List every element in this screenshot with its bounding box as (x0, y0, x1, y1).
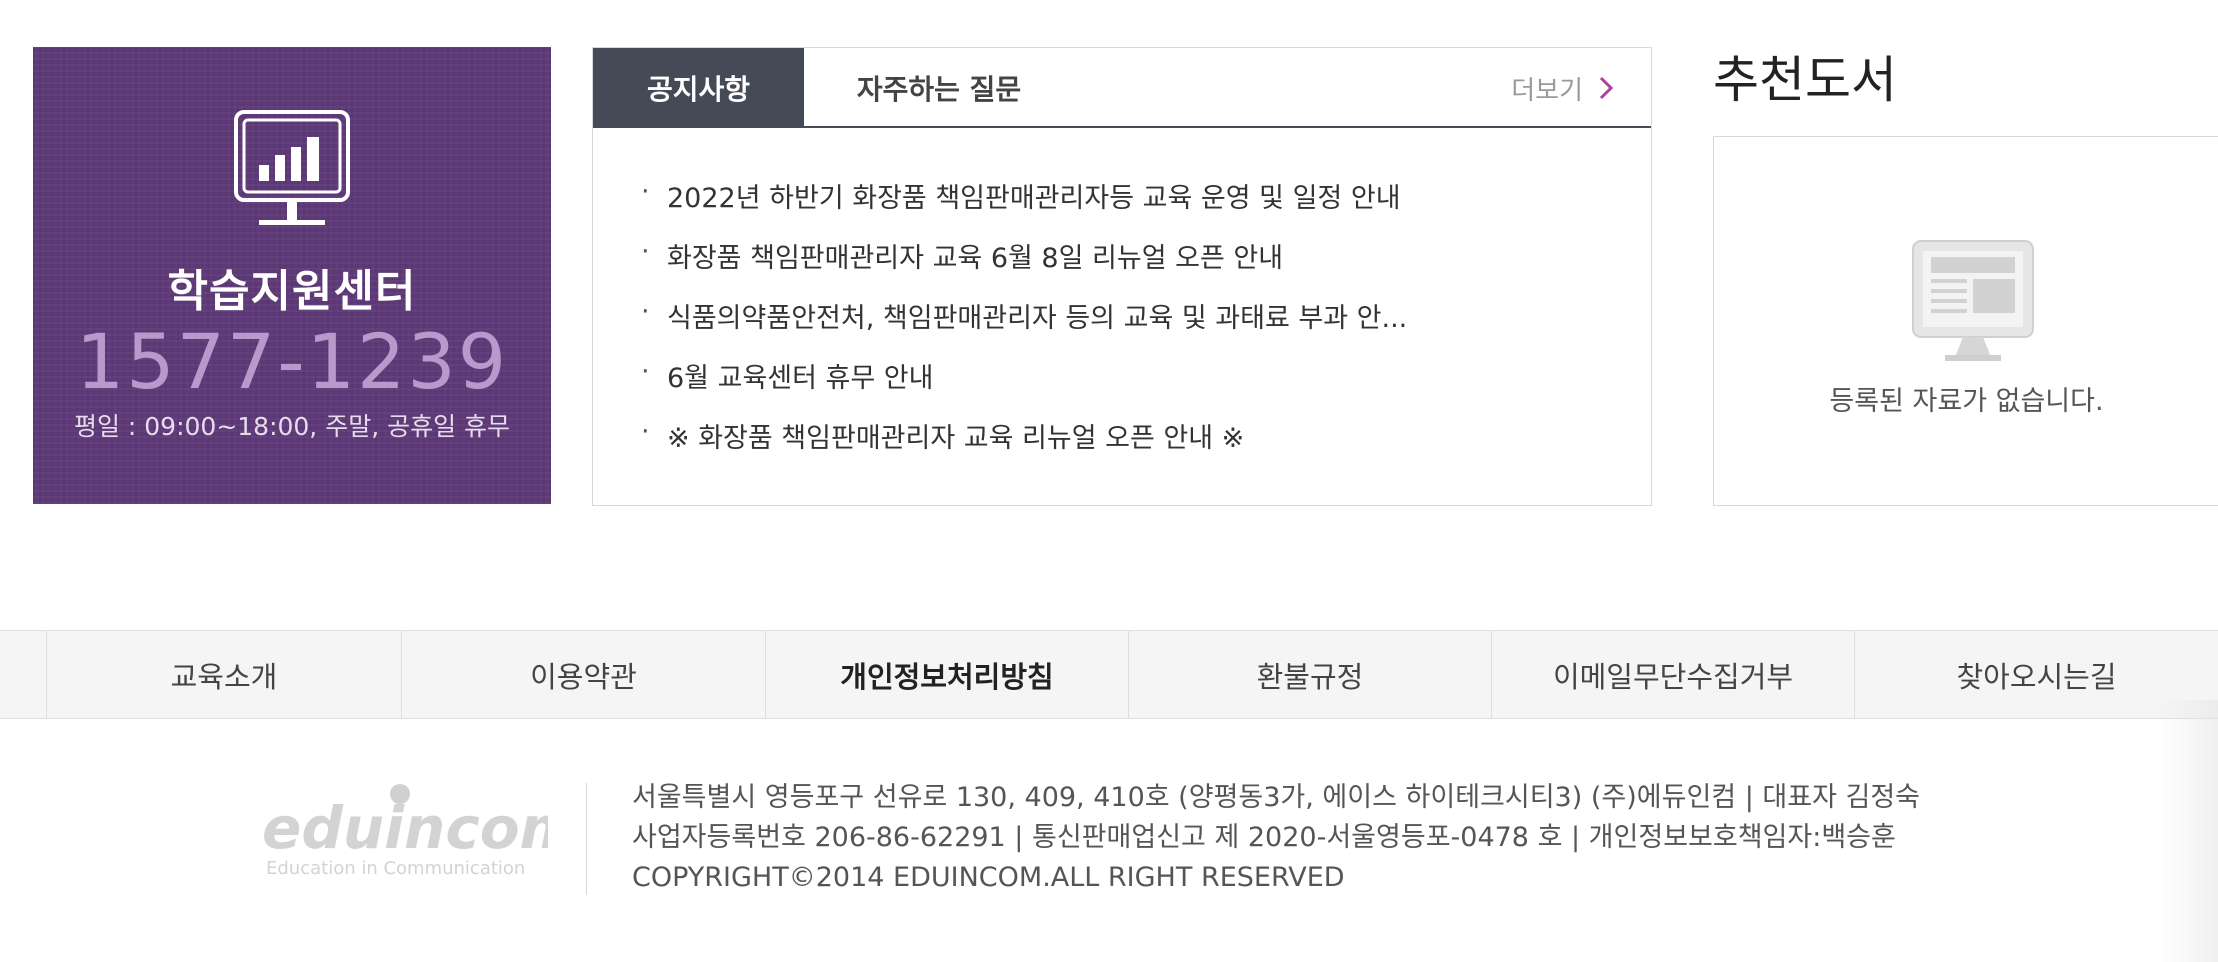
notice-item-title[interactable]: 화장품 책임판매관리자 교육 6월 8일 리뉴얼 오픈 안내 (667, 236, 1283, 275)
list-item[interactable]: · 2022년 하반기 화장품 책임판매관리자등 교육 운영 및 일정 안내 (641, 176, 1407, 236)
list-item[interactable]: · ※ 화장품 책임판매관리자 교육 리뉴얼 오픈 안내 ※ (641, 416, 1407, 476)
notice-panel: 공지사항 자주하는 질문 더보기 · 2022년 하반기 화장품 책임판매관리자등… (592, 47, 1652, 506)
bullet: · (641, 236, 650, 267)
logo-wordmark: eduincom (262, 794, 548, 862)
notice-list: · 2022년 하반기 화장품 책임판매관리자등 교육 운영 및 일정 안내 · 화… (641, 176, 1407, 476)
footer-link-email-refusal[interactable]: 이메일무단수집거부 (1491, 631, 1854, 718)
support-center-card: 학습지원센터 1577-1239 평일 : 09:00~18:00, 주말, 공… (33, 47, 551, 504)
edge-shadow (2158, 700, 2218, 962)
list-item[interactable]: · 식품의약품안전처, 책임판매관리자 등의 교육 및 과태료 부과 안... (641, 296, 1407, 356)
notice-item-title[interactable]: 6월 교육센터 휴무 안내 (667, 356, 934, 395)
empty-message: 등록된 자료가 없습니다. (1829, 386, 2104, 417)
list-item[interactable]: · 화장품 책임판매관리자 교육 6월 8일 리뉴얼 오픈 안내 (641, 236, 1407, 296)
bullet: · (641, 176, 650, 207)
notice-item-title[interactable]: 식품의약품안전처, 책임판매관리자 등의 교육 및 과태료 부과 안... (667, 296, 1407, 335)
recommended-box: 등록된 자료가 없습니다. (1713, 136, 2218, 506)
notice-tabs: 공지사항 자주하는 질문 더보기 (593, 48, 1651, 128)
company-address: 서울특별시 영등포구 선유로 130, 409, 410호 (양평동3가, 에이… (632, 782, 1921, 813)
footer-link-privacy[interactable]: 개인정보처리방침 (765, 631, 1128, 718)
footer-divider (586, 783, 587, 895)
tab-notice[interactable]: 공지사항 (593, 48, 804, 128)
footer-nav: 교육소개 이용약관 개인정보처리방침 환불규정 이메일무단수집거부 찾아오시는길 (0, 630, 2218, 719)
empty-monitor-icon (1912, 240, 2034, 361)
footer-link-terms[interactable]: 이용약관 (401, 631, 765, 718)
notice-item-title[interactable]: 2022년 하반기 화장품 책임판매관리자등 교육 운영 및 일정 안내 (667, 176, 1401, 215)
company-registration: 사업자등록번호 206-86-62291 | 통신판매업신고 제 2020-서울… (632, 822, 1896, 853)
chevron-right-icon (1599, 76, 1614, 100)
footer-link-intro[interactable]: 교육소개 (46, 631, 401, 718)
more-link[interactable]: 더보기 (1511, 48, 1615, 128)
eduincom-logo: eduincom Education in Communication (262, 784, 548, 879)
bullet: · (641, 416, 650, 447)
support-title: 학습지원센터 (167, 266, 417, 317)
bullet: · (641, 296, 650, 327)
recommended-title: 추천도서 (1713, 51, 1897, 109)
list-item[interactable]: · 6월 교육센터 휴무 안내 (641, 356, 1407, 416)
footer-link-refund[interactable]: 환불규정 (1128, 631, 1491, 718)
bullet: · (641, 356, 650, 387)
company-info: 서울특별시 영등포구 선유로 130, 409, 410호 (양평동3가, 에이… (632, 780, 1920, 900)
logo-tagline: Education in Communication (266, 858, 525, 879)
copyright: COPYRIGHT©2014 EDUINCOM.ALL RIGHT RESERV… (632, 862, 1345, 893)
support-hours: 평일 : 09:00~18:00, 주말, 공휴일 휴무 (73, 412, 511, 441)
tab-faq[interactable]: 자주하는 질문 (804, 48, 1074, 128)
monitor-chart-icon (234, 110, 350, 225)
notice-item-title[interactable]: ※ 화장품 책임판매관리자 교육 리뉴얼 오픈 안내 ※ (667, 416, 1244, 455)
support-phone: 1577-1239 (75, 317, 509, 406)
more-label: 더보기 (1511, 75, 1583, 106)
